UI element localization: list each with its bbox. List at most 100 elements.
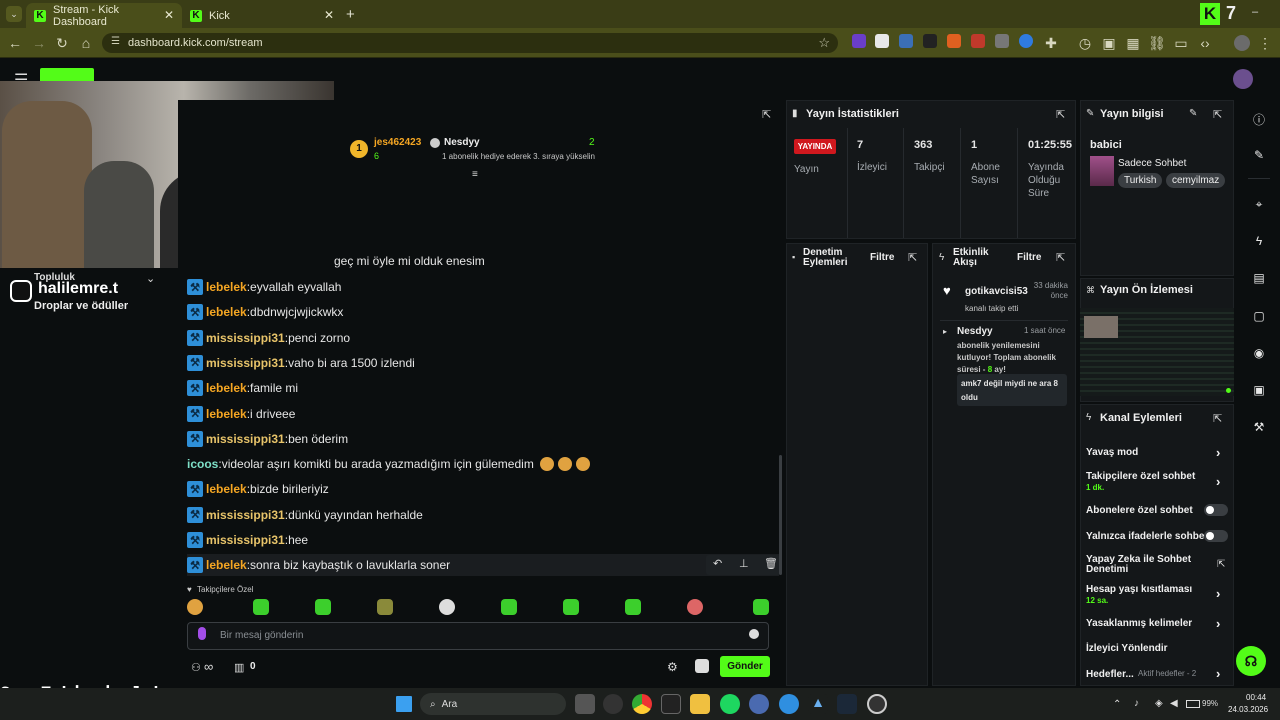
extensions-puzzle-icon[interactable]: ✚ xyxy=(1042,34,1060,52)
profile-avatar[interactable] xyxy=(1234,35,1250,51)
subs-only-toggle[interactable] xyxy=(1204,504,1228,516)
extension-blue-icon[interactable] xyxy=(1019,34,1033,48)
activity-popout-icon[interactable]: ⇱ xyxy=(1056,251,1065,264)
extension-camera-icon[interactable] xyxy=(995,34,1009,48)
chrome-icon[interactable] xyxy=(632,694,652,714)
close-tab-icon[interactable]: ✕ xyxy=(324,8,334,22)
terminal-icon[interactable] xyxy=(661,694,681,714)
drops-label[interactable]: Droplar ve ödüller xyxy=(34,300,128,312)
chat-username[interactable]: lebelek xyxy=(206,407,247,421)
tray-volume-icon[interactable]: ◀ xyxy=(1170,698,1178,709)
chevron-right-icon[interactable]: › xyxy=(1216,666,1220,681)
chat-message[interactable]: ⚒ mississippi31: ben öderim xyxy=(187,428,348,450)
emote-green[interactable] xyxy=(501,599,517,615)
send-button[interactable]: Gönder xyxy=(720,656,770,677)
file-explorer-icon[interactable] xyxy=(690,694,710,714)
lightning-icon[interactable]: ϟ xyxy=(1248,230,1270,252)
activity-filter-button[interactable]: Filtre xyxy=(1017,252,1041,263)
users-icon[interactable]: ⚇ xyxy=(191,661,201,674)
collapse-chevron-icon[interactable]: ⌄ xyxy=(146,272,155,285)
emote-green[interactable] xyxy=(253,599,269,615)
extension-globe-icon[interactable] xyxy=(899,34,913,48)
devtools-icon[interactable]: ‹› xyxy=(1196,34,1214,52)
steam-icon[interactable] xyxy=(837,694,857,714)
clock-time[interactable]: 00:44 xyxy=(1246,693,1266,702)
chat-username[interactable]: mississippi31 xyxy=(206,508,285,522)
chat-message[interactable]: ⚒ lebelek: dbdnwjcjwjickwkx xyxy=(187,301,343,323)
pin-icon[interactable]: ⊥ xyxy=(739,557,749,570)
extension-purple-icon[interactable] xyxy=(852,34,866,48)
extension-red-icon[interactable] xyxy=(971,34,985,48)
edit-icon[interactable]: ✎ xyxy=(1189,108,1197,119)
emotes-only-toggle[interactable] xyxy=(1204,530,1228,542)
app-icon[interactable] xyxy=(603,694,623,714)
app-blue-icon[interactable] xyxy=(749,694,769,714)
taskbar-search[interactable]: ⌕ Ara xyxy=(420,693,566,715)
goals-action[interactable]: Hedefler... xyxy=(1086,669,1134,680)
emote-green[interactable] xyxy=(625,599,641,615)
close-tab-icon[interactable]: ✕ xyxy=(164,8,174,22)
task-view-icon[interactable] xyxy=(575,694,595,714)
obs-icon[interactable] xyxy=(867,694,887,714)
extension-shield-icon[interactable] xyxy=(875,34,889,48)
chat-message[interactable]: ⚒ mississippi31: penci zorno xyxy=(187,327,350,349)
emote-green[interactable] xyxy=(377,599,393,615)
leaderboard-event-user[interactable]: Nesdyy xyxy=(444,137,480,148)
tray-chevron-icon[interactable]: ⌃ xyxy=(1113,699,1121,710)
apps-icon[interactable]: ▦ xyxy=(1124,34,1142,52)
chat-username[interactable]: mississippi31 xyxy=(206,432,285,446)
activity-user[interactable]: Nesdyy xyxy=(957,326,993,337)
microphone-icon[interactable] xyxy=(198,627,206,640)
followers-only-action[interactable]: Takipçilere özel sohbet xyxy=(1086,471,1195,482)
chat-popout-icon[interactable]: ⇱ xyxy=(762,108,771,121)
sidepanel-icon[interactable]: ▭ xyxy=(1172,34,1190,52)
extension-script-icon[interactable] xyxy=(923,34,937,48)
bot-icon[interactable] xyxy=(695,659,709,673)
emote-green[interactable] xyxy=(753,599,769,615)
external-link-icon[interactable]: ⇱ xyxy=(1217,559,1225,570)
address-bar[interactable]: ☰ dashboard.kick.com/stream ☆ xyxy=(102,33,838,53)
stream-info-popout-icon[interactable]: ⇱ xyxy=(1213,108,1222,121)
chat-message[interactable]: ⚒ mississippi31: hee xyxy=(187,529,308,551)
tag-chip[interactable]: cemyilmaz xyxy=(1166,173,1226,188)
clipboard-icon[interactable]: ▤ xyxy=(1248,267,1270,289)
chat-username[interactable]: mississippi31 xyxy=(206,356,285,370)
back-icon[interactable]: ← xyxy=(6,34,24,52)
chat-message[interactable]: ⚒ mississippi31: dünkü yayından herhalde xyxy=(187,504,423,526)
stats-popout-icon[interactable]: ⇱ xyxy=(1056,108,1065,121)
tab-search-button[interactable]: ⌄ xyxy=(6,6,22,22)
delete-icon[interactable]: 🗑 xyxy=(764,557,778,570)
leaderboard-top-user[interactable]: jes462423 xyxy=(374,137,421,148)
new-tab-button[interactable]: + xyxy=(346,6,355,23)
ai-moderation-action[interactable]: Yapay Zeka ile Sohbet Denetimi xyxy=(1086,555,1196,575)
chat-username[interactable]: icoos xyxy=(187,457,218,471)
focus-icon[interactable]: ⌖ xyxy=(1248,193,1270,215)
moderation-filter-button[interactable]: Filtre xyxy=(870,252,894,263)
tag-chip[interactable]: Turkish xyxy=(1118,173,1163,188)
tab-kick[interactable]: K Kick ✕ xyxy=(182,3,342,28)
chat-message[interactable]: ⚒ lebelek: sonra biz kaybaştık o lavuklar… xyxy=(187,554,779,577)
screenshot-icon[interactable]: ▣ xyxy=(1100,34,1118,52)
gift-box-icon[interactable]: ▥ xyxy=(234,661,244,674)
emote-green[interactable] xyxy=(439,599,455,615)
site-info-icon[interactable]: ☰ xyxy=(111,36,120,47)
forward-icon[interactable]: → xyxy=(30,34,48,52)
channel-actions-popout-icon[interactable]: ⇱ xyxy=(1213,412,1222,425)
tools-icon[interactable]: ⚒ xyxy=(1248,416,1270,438)
bookmark-star-icon[interactable]: ☆ xyxy=(818,35,830,51)
emote-green[interactable] xyxy=(563,599,579,615)
settings-gear-icon[interactable]: ⚙ xyxy=(667,660,678,674)
tray-network-icon[interactable]: ◈ xyxy=(1155,698,1163,709)
chevron-right-icon[interactable]: › xyxy=(1216,445,1220,460)
chat-message[interactable]: icoos: videolar aşırı komikti bu arada y… xyxy=(187,453,594,475)
layout-icon[interactable]: ▣ xyxy=(1248,379,1270,401)
pencil-icon[interactable]: ✎ xyxy=(1248,144,1270,166)
reply-icon[interactable]: ↶ xyxy=(713,557,722,570)
history-icon[interactable]: ◷ xyxy=(1076,34,1094,52)
minimize-button[interactable]: – xyxy=(1252,6,1258,18)
support-headset-button[interactable]: ☊ xyxy=(1236,646,1266,676)
start-windows-icon[interactable] xyxy=(396,696,412,712)
chat-scrollbar[interactable] xyxy=(779,455,782,575)
broadcast-icon[interactable]: ◉ xyxy=(1248,342,1270,364)
edge-icon[interactable] xyxy=(779,694,799,714)
